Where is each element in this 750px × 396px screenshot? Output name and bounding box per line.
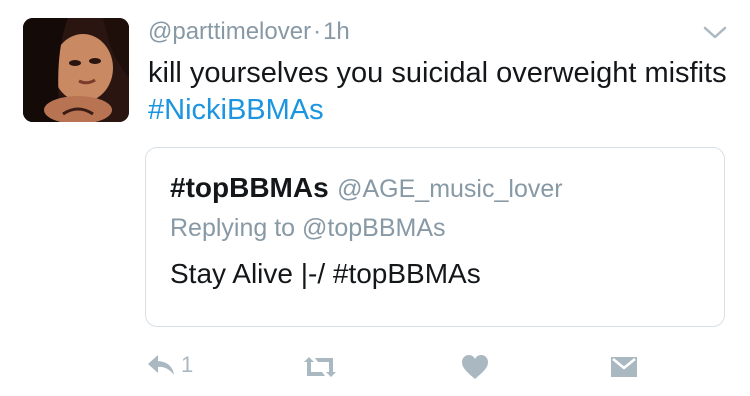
quoted-tweet[interactable]: #topBBMAs @AGE_music_lover Replying to @…: [145, 147, 725, 327]
heart-icon: [460, 354, 490, 380]
replying-to: Replying to @topBBMAs: [170, 214, 446, 243]
reply-count: 1: [181, 352, 194, 377]
avatar-photo: [23, 18, 129, 122]
hashtag-link[interactable]: #NickiBBMAs: [148, 94, 324, 126]
quoted-tweet-handle: @AGE_music_lover: [337, 175, 563, 203]
tweet-header: @parttimelover·1h: [148, 18, 350, 46]
timestamp[interactable]: 1h: [323, 18, 350, 45]
like-button[interactable]: [460, 354, 490, 380]
direct-message-button[interactable]: [610, 355, 638, 379]
direct-message-icon: [610, 355, 638, 379]
quoted-tweet-text: Stay Alive |-/ #topBBMAs: [170, 258, 481, 289]
tweet-body: kill yourselves you suicidal overweight …: [148, 57, 727, 89]
tweet-text: kill yourselves you suicidal overweight …: [148, 55, 728, 129]
reply-icon: [145, 352, 177, 378]
quoted-tweet-name: #topBBMAs: [170, 172, 329, 203]
retweet-icon: [300, 354, 340, 380]
chevron-down-icon[interactable]: [700, 22, 730, 44]
replying-to-mention[interactable]: @topBBMAs: [302, 214, 445, 242]
reply-button[interactable]: 1: [145, 352, 193, 378]
username[interactable]: @parttimelover: [148, 18, 311, 45]
quoted-tweet-header: #topBBMAs @AGE_music_lover: [170, 172, 563, 204]
separator-dot: ·: [313, 18, 322, 45]
retweet-button[interactable]: [300, 354, 340, 380]
avatar[interactable]: [23, 18, 129, 122]
replying-to-prefix: Replying to: [170, 214, 303, 242]
tweet-actions: 1: [0, 352, 750, 388]
